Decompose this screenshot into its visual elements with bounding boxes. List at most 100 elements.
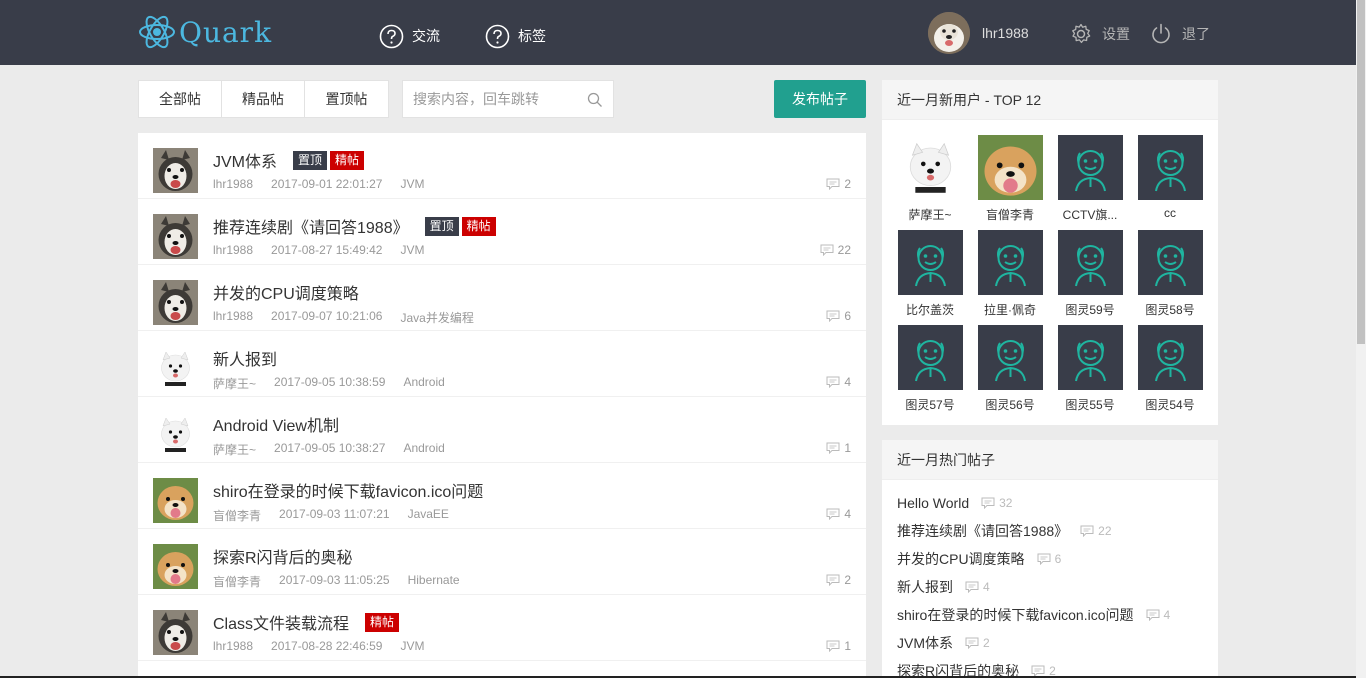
hot-post-title[interactable]: JVM体系	[897, 633, 953, 653]
new-user-item[interactable]: 图灵55号	[1050, 325, 1130, 413]
hot-post-title[interactable]: shiro在登录的时候下载favicon.ico问题	[897, 605, 1134, 625]
new-user-name[interactable]: 图灵59号	[1055, 301, 1125, 318]
current-user[interactable]: lhr1988	[928, 12, 1029, 54]
tab-all-posts[interactable]: 全部帖	[139, 81, 222, 117]
avatar[interactable]	[1137, 325, 1203, 390]
new-user-name[interactable]: 图灵56号	[975, 396, 1045, 413]
avatar[interactable]	[1057, 230, 1123, 295]
tab-top-posts[interactable]: 置顶帖	[305, 81, 388, 117]
post-row[interactable]: 探索R闪背后的奥秘 盲僧李青 2017-09-03 11:05:25 Hiber…	[138, 529, 866, 595]
new-user-item[interactable]: 萨摩王~	[890, 135, 970, 223]
post-row[interactable]: Class文件装载流程 精帖 lhr1988 2017-08-28 22:46:…	[138, 595, 866, 661]
new-user-name[interactable]: 拉里·佩奇	[975, 301, 1045, 318]
post-author[interactable]: 萨摩王~	[213, 441, 256, 458]
post-category[interactable]: Hibernate	[408, 573, 460, 590]
hot-post-title[interactable]: 并发的CPU调度策略	[897, 549, 1025, 569]
new-user-name[interactable]: 图灵54号	[1135, 396, 1205, 413]
author-avatar[interactable]	[153, 412, 198, 457]
new-user-name[interactable]: 图灵57号	[895, 396, 965, 413]
post-title[interactable]: 并发的CPU调度策略	[213, 280, 359, 304]
avatar[interactable]	[1057, 135, 1123, 200]
hot-post-item[interactable]: 推荐连续剧《请回答1988》 22	[897, 517, 1203, 545]
new-user-item[interactable]: 图灵59号	[1050, 230, 1130, 318]
post-category[interactable]: Java并发编程	[400, 309, 473, 326]
hot-post-item[interactable]: 探索R闪背后的奥秘 2	[897, 657, 1203, 678]
post-title[interactable]: Class文件装载流程	[213, 610, 349, 634]
post-row[interactable]: shiro在登录的时候下载favicon.ico问题 盲僧李青 2017-09-…	[138, 463, 866, 529]
scrollbar-thumb[interactable]	[1357, 0, 1365, 344]
author-avatar[interactable]	[153, 478, 198, 523]
nav-tags[interactable]: 标签	[485, 22, 546, 50]
hot-post-item[interactable]: 新人报到 4	[897, 573, 1203, 601]
post-author[interactable]: lhr1988	[213, 243, 253, 257]
search-icon[interactable]	[587, 92, 603, 108]
hot-post-item[interactable]: JVM体系 2	[897, 629, 1203, 657]
avatar[interactable]	[897, 230, 963, 295]
hot-post-title[interactable]: 新人报到	[897, 577, 953, 597]
post-category[interactable]: JVM	[400, 243, 424, 257]
avatar[interactable]	[1057, 325, 1123, 390]
settings-link[interactable]: 设置	[1069, 21, 1130, 47]
post-title[interactable]: 新人报到	[213, 346, 277, 370]
post-title[interactable]: 推荐连续剧《请回答1988》	[213, 214, 409, 238]
new-user-name[interactable]: cc	[1135, 206, 1205, 220]
post-row[interactable]: JVM体系 置顶 精帖 lhr1988 2017-09-01 22:01:27 J…	[138, 133, 866, 199]
search-input[interactable]	[403, 81, 578, 117]
post-author[interactable]: 盲僧李青	[213, 573, 261, 590]
logout-link[interactable]: 退了	[1149, 21, 1210, 47]
new-user-name[interactable]: 图灵55号	[1055, 396, 1125, 413]
post-category[interactable]: Android	[403, 375, 444, 392]
post-row[interactable]: 新人报到 萨摩王~ 2017-09-05 10:38:59 Android 4	[138, 331, 866, 397]
post-title[interactable]: shiro在登录的时候下载favicon.ico问题	[213, 478, 483, 502]
avatar[interactable]	[977, 325, 1043, 390]
avatar[interactable]	[1137, 230, 1203, 295]
new-user-item[interactable]: CCTV旗...	[1050, 135, 1130, 223]
author-avatar[interactable]	[153, 148, 198, 193]
avatar[interactable]	[897, 325, 963, 390]
publish-post-button[interactable]: 发布帖子	[774, 80, 866, 118]
post-author[interactable]: lhr1988	[213, 639, 253, 653]
avatar[interactable]	[897, 135, 963, 200]
avatar[interactable]	[928, 12, 970, 54]
post-category[interactable]: JVM	[400, 177, 424, 191]
post-author[interactable]: lhr1988	[213, 309, 253, 326]
new-user-name[interactable]: 萨摩王~	[895, 206, 965, 223]
new-user-name[interactable]: 比尔盖茨	[895, 301, 965, 318]
new-user-item[interactable]: 盲僧李青	[970, 135, 1050, 223]
new-user-item[interactable]: cc	[1130, 135, 1210, 220]
nav-exchange[interactable]: 交流	[379, 22, 440, 50]
post-title[interactable]: Android View机制	[213, 412, 339, 436]
avatar[interactable]	[1137, 135, 1203, 200]
post-title[interactable]: JVM体系	[213, 148, 277, 172]
author-avatar[interactable]	[153, 346, 198, 391]
new-user-name[interactable]: 盲僧李青	[975, 206, 1045, 223]
avatar[interactable]	[977, 135, 1043, 200]
post-category[interactable]: JavaEE	[408, 507, 449, 524]
post-row[interactable]: 并发的CPU调度策略 lhr1988 2017-09-07 10:21:06 J…	[138, 265, 866, 331]
post-author[interactable]: lhr1988	[213, 177, 253, 191]
new-user-item[interactable]: 拉里·佩奇	[970, 230, 1050, 318]
new-user-name[interactable]: 图灵58号	[1135, 301, 1205, 318]
author-avatar[interactable]	[153, 610, 198, 655]
post-row[interactable]: Android View机制 萨摩王~ 2017-09-05 10:38:27 …	[138, 397, 866, 463]
tab-elite-posts[interactable]: 精品帖	[222, 81, 305, 117]
hot-post-item[interactable]: 并发的CPU调度策略 6	[897, 545, 1203, 573]
post-category[interactable]: JVM	[400, 639, 424, 653]
post-author[interactable]: 盲僧李青	[213, 507, 261, 524]
post-title[interactable]: 探索R闪背后的奥秘	[213, 544, 353, 568]
new-user-name[interactable]: CCTV旗...	[1055, 206, 1125, 223]
post-row[interactable]: 推荐连续剧《请回答1988》 置顶 精帖 lhr1988 2017-08-27 1…	[138, 199, 866, 265]
new-user-item[interactable]: 图灵57号	[890, 325, 970, 413]
user-name[interactable]: lhr1988	[982, 25, 1029, 41]
avatar[interactable]	[977, 230, 1043, 295]
new-user-item[interactable]: 图灵54号	[1130, 325, 1210, 413]
new-user-item[interactable]: 比尔盖茨	[890, 230, 970, 318]
logo[interactable]: Quark	[137, 12, 272, 52]
author-avatar[interactable]	[153, 544, 198, 589]
hot-post-item[interactable]: shiro在登录的时候下载favicon.ico问题 4	[897, 601, 1203, 629]
new-user-item[interactable]: 图灵58号	[1130, 230, 1210, 318]
author-avatar[interactable]	[153, 214, 198, 259]
hot-post-item[interactable]: Hello World 32	[897, 489, 1203, 517]
post-author[interactable]: 萨摩王~	[213, 375, 256, 392]
hot-post-title[interactable]: Hello World	[897, 495, 969, 511]
